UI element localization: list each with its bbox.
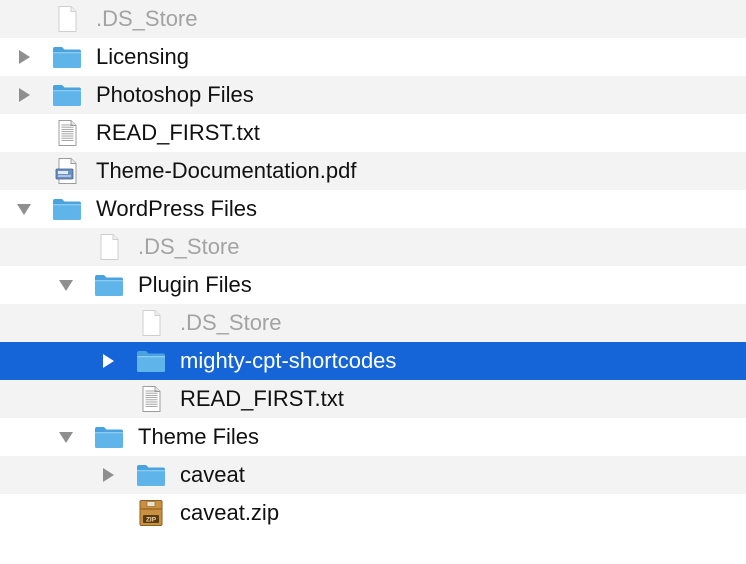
folder-icon — [52, 44, 82, 70]
item-name: caveat.zip — [180, 500, 280, 525]
pdf-document-icon — [52, 158, 82, 184]
folder-row[interactable]: WordPress Files — [0, 190, 746, 228]
disclosure-triangle-collapsed-icon[interactable] — [100, 467, 116, 483]
item-name: .DS_Store — [180, 310, 282, 335]
item-name: READ_FIRST.txt — [96, 120, 260, 145]
blank-document-icon — [94, 234, 124, 260]
item-name: Plugin Files — [138, 272, 252, 297]
item-name: WordPress Files — [96, 196, 257, 221]
disclosure-triangle-expanded-icon[interactable] — [58, 429, 74, 445]
folder-row[interactable]: Theme Files — [0, 418, 746, 456]
item-name: Theme Files — [138, 424, 260, 449]
blank-document-icon — [136, 310, 166, 336]
svg-text:ZIP: ZIP — [146, 517, 157, 524]
text-document-icon — [136, 386, 166, 412]
item-name: READ_FIRST.txt — [180, 386, 344, 411]
zip-archive-icon: ZIP — [136, 500, 166, 526]
file-row[interactable]: .DS_Store — [0, 304, 746, 342]
folder-icon — [52, 196, 82, 222]
folder-icon — [94, 272, 124, 298]
file-row[interactable]: ZIP caveat.zip — [0, 494, 746, 532]
file-row[interactable]: READ_FIRST.txt — [0, 114, 746, 152]
blank-document-icon — [52, 6, 82, 32]
folder-row[interactable]: caveat — [0, 456, 746, 494]
disclosure-triangle-collapsed-icon[interactable] — [16, 49, 32, 65]
folder-row[interactable]: Plugin Files — [0, 266, 746, 304]
file-row[interactable]: .DS_Store — [0, 228, 746, 266]
disclosure-triangle-expanded-icon[interactable] — [16, 201, 32, 217]
folder-icon — [136, 462, 166, 488]
disclosure-triangle-collapsed-icon[interactable] — [16, 87, 32, 103]
text-document-icon — [52, 120, 82, 146]
item-name: .DS_Store — [96, 6, 198, 31]
folder-icon — [52, 82, 82, 108]
item-name: Licensing — [96, 44, 189, 69]
item-name: caveat — [180, 462, 245, 487]
file-row[interactable]: READ_FIRST.txt — [0, 380, 746, 418]
item-name: mighty-cpt-shortcodes — [180, 348, 397, 373]
finder-file-list: .DS_Store Licensing Photoshop Files READ_FI… — [0, 0, 746, 564]
item-name: Photoshop Files — [96, 82, 254, 107]
folder-row[interactable]: mighty-cpt-shortcodes — [0, 342, 746, 380]
file-row[interactable]: .DS_Store — [0, 0, 746, 38]
disclosure-triangle-expanded-icon[interactable] — [58, 277, 74, 293]
folder-icon — [136, 348, 166, 374]
item-name: .DS_Store — [138, 234, 240, 259]
folder-row[interactable]: Licensing — [0, 38, 746, 76]
item-name: Theme-Documentation.pdf — [96, 158, 357, 183]
folder-row[interactable]: Photoshop Files — [0, 76, 746, 114]
file-row[interactable]: Theme-Documentation.pdf — [0, 152, 746, 190]
disclosure-triangle-collapsed-icon[interactable] — [100, 353, 116, 369]
folder-icon — [94, 424, 124, 450]
